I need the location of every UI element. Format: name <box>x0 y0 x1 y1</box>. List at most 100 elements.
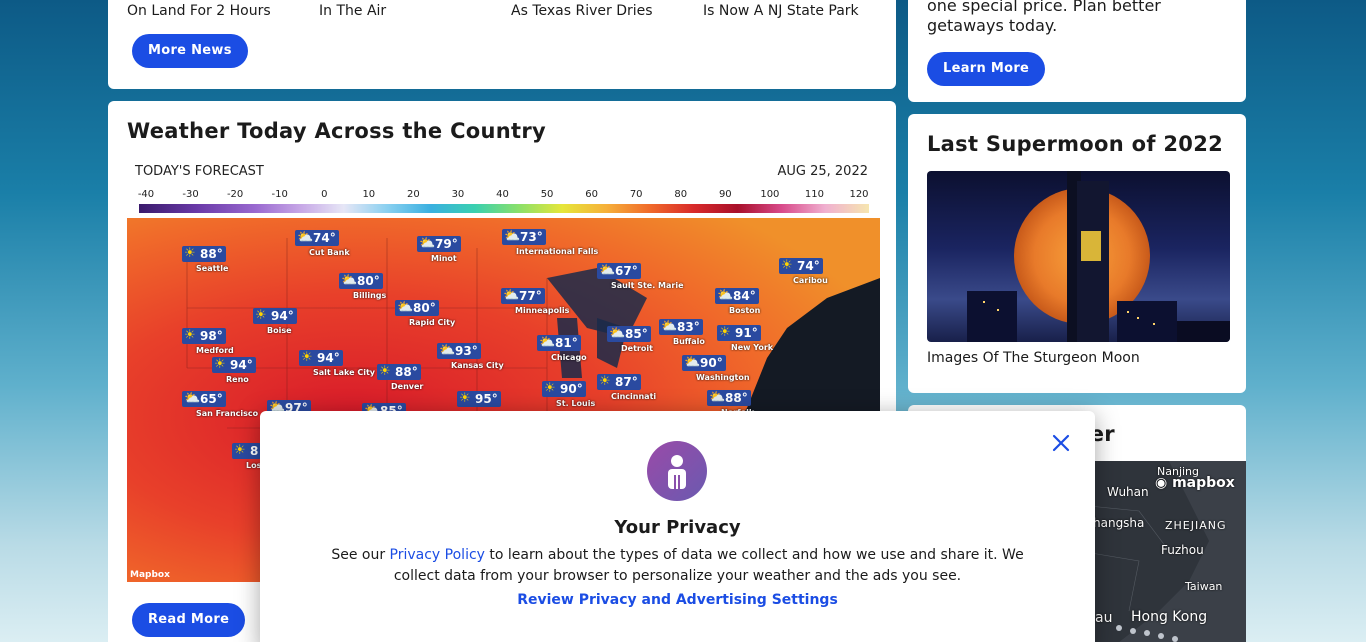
privacy-text-before: See our <box>331 547 390 563</box>
city-temp: 83° <box>659 319 703 335</box>
legend-tick: -40 <box>137 189 155 200</box>
city-name: Reno <box>226 375 249 384</box>
city-name: Sault Ste. Marie <box>611 281 684 290</box>
legend-tick: 0 <box>321 189 328 200</box>
city-temp: 74° <box>779 258 823 274</box>
mapbox-attribution: Mapbox <box>130 570 170 580</box>
city-temp: 90° <box>542 381 586 397</box>
city-temp: 93° <box>437 343 481 359</box>
city-temp: 77° <box>501 288 545 304</box>
city-name: International Falls <box>516 247 599 256</box>
legend-tick: -30 <box>182 189 199 200</box>
mapbox-logo-icon: ◉ <box>1155 475 1168 491</box>
city-name: New York <box>731 343 774 352</box>
news-card: On Land For 2 Hours In The Air As Texas … <box>108 0 896 89</box>
city-name: Medford <box>196 346 234 355</box>
map-label-zhejiang: ZHEJIANG <box>1165 519 1227 532</box>
city-temp: 74° <box>295 230 339 246</box>
map-label-taiwan: Taiwan <box>1185 580 1223 593</box>
city-name: Boston <box>729 306 761 315</box>
temperature-legend-bar <box>139 204 869 213</box>
privacy-modal: Your Privacy See our Privacy Policy to l… <box>260 411 1095 642</box>
city-name: Cut Bank <box>309 248 350 257</box>
mapbox-logo-text: mapbox <box>1172 475 1235 491</box>
supermoon-card: Last Supermoon of 2022 Images Of The Stu… <box>908 114 1246 393</box>
city-name: Cincinnati <box>611 392 657 401</box>
legend-tick: 60 <box>585 189 598 200</box>
legend-tick: 120 <box>849 189 869 200</box>
supermoon-graphic <box>967 171 1230 342</box>
more-news-button[interactable]: More News <box>132 34 248 68</box>
legend-tick: 110 <box>804 189 824 200</box>
supermoon-caption[interactable]: Images Of The Sturgeon Moon <box>927 350 1140 366</box>
city-name: Kansas City <box>451 361 504 370</box>
city-name: Buffalo <box>673 337 705 346</box>
legend-tick: -10 <box>271 189 288 200</box>
promo-text-line2: getaways today. <box>927 16 1058 35</box>
news-caption-4[interactable]: Is Now A NJ State Park <box>703 3 859 19</box>
city-name: Detroit <box>621 344 653 353</box>
learn-more-button[interactable]: Learn More <box>927 52 1046 86</box>
city-name: Billings <box>353 291 387 300</box>
city-name: Caribou <box>793 276 828 285</box>
legend-tick: 10 <box>362 189 376 200</box>
city-temp: 79° <box>417 236 461 252</box>
privacy-settings-link[interactable]: Review Privacy and Advertising Settings <box>260 592 1095 608</box>
legend-tick: 80 <box>674 189 688 200</box>
city-name: St. Louis <box>556 399 596 408</box>
map-label-hong-kong: Hong Kong <box>1131 609 1208 625</box>
news-caption-1[interactable]: On Land For 2 Hours <box>127 3 271 19</box>
city-temp: 91° <box>717 325 761 341</box>
city-temp: 98° <box>182 328 226 344</box>
city-name: Denver <box>391 382 424 391</box>
city-name: Rapid City <box>409 318 456 327</box>
city-temp: 94° <box>253 308 297 324</box>
legend-tick: 40 <box>496 189 509 200</box>
legend-tick: 90 <box>718 189 732 200</box>
city-temp: 80° <box>339 273 383 289</box>
city-temp: 8 <box>232 443 262 459</box>
map-label-changsha: hangsha <box>1093 516 1145 530</box>
city-temp: 81° <box>537 335 581 351</box>
city-name: San Francisco <box>196 409 259 418</box>
city-temp: 88° <box>182 246 226 262</box>
legend-tick: 30 <box>451 189 465 200</box>
city-temp: 95° <box>457 391 501 407</box>
legend-tick: 20 <box>407 189 420 200</box>
city-temp: 94° <box>299 350 343 366</box>
legend-tick: 50 <box>540 189 554 200</box>
city-temp: 90° <box>682 355 726 371</box>
city-name: Boise <box>267 326 292 335</box>
city-name: Minot <box>431 254 457 263</box>
weather-title: Weather Today Across the Country <box>127 119 547 143</box>
city-temp: 65° <box>182 391 226 407</box>
close-icon[interactable] <box>1049 431 1073 455</box>
forecast-label: TODAY'S FORECAST <box>135 164 264 179</box>
city-temp: 85° <box>607 326 651 342</box>
privacy-title: Your Privacy <box>614 517 741 538</box>
city-name: Seattle <box>196 264 229 273</box>
news-caption-3[interactable]: As Texas River Dries <box>511 3 653 19</box>
privacy-text-after: to learn about the types of data we coll… <box>393 547 1024 584</box>
city-name: Minneapolis <box>515 306 570 315</box>
city-temp: 84° <box>715 288 759 304</box>
legend-tick: -20 <box>226 189 244 200</box>
read-more-button[interactable]: Read More <box>132 603 246 637</box>
legend-tick: 100 <box>760 189 780 200</box>
map-label-wuhan: Wuhan <box>1107 485 1149 499</box>
city-name: Chicago <box>551 353 587 362</box>
city-temp: 88° <box>377 364 421 380</box>
privacy-person-icon <box>647 441 707 501</box>
mapbox-logo: ◉ mapbox <box>1155 475 1235 491</box>
city-temp: 88° <box>707 390 751 406</box>
city-temp: 87° <box>597 374 641 390</box>
privacy-body: See our Privacy Policy to learn about th… <box>320 545 1035 587</box>
city-name: Washington <box>696 373 750 382</box>
supermoon-image[interactable] <box>927 171 1230 342</box>
privacy-policy-link[interactable]: Privacy Policy <box>390 547 485 563</box>
news-caption-2[interactable]: In The Air <box>319 3 386 19</box>
promo-text-line1: one special price. Plan better <box>927 0 1161 15</box>
city-temp: 73° <box>502 229 546 245</box>
city-temp: 94° <box>212 357 256 373</box>
supermoon-title[interactable]: Last Supermoon of 2022 <box>927 132 1223 156</box>
